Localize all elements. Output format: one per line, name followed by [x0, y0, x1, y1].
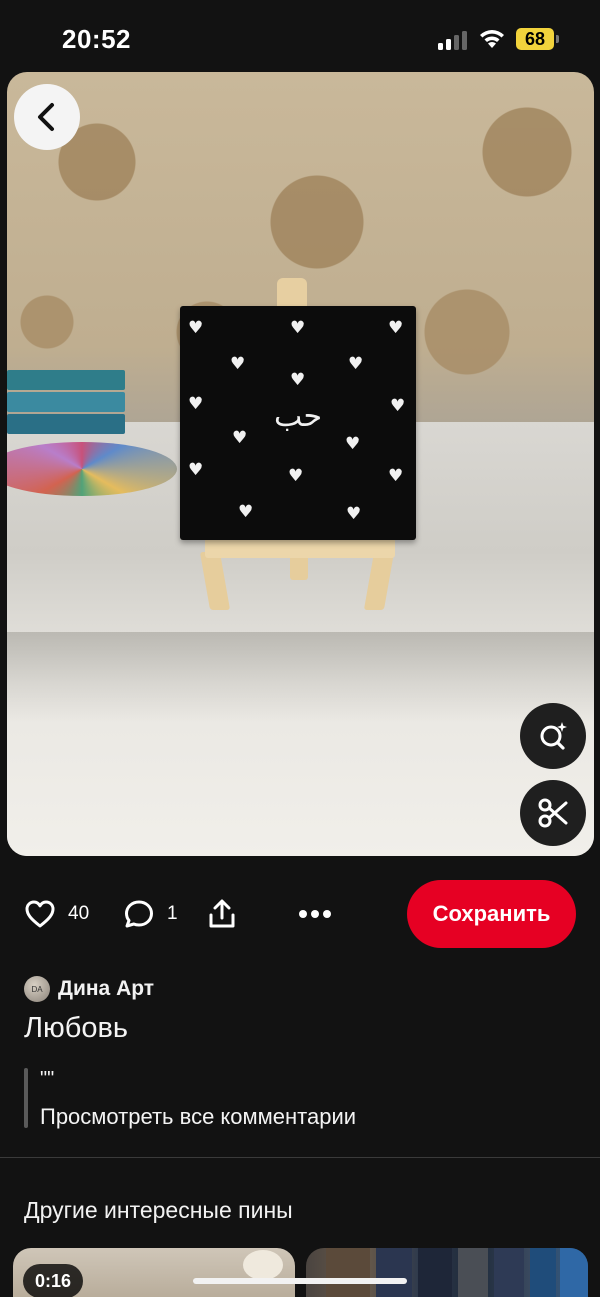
comment-button[interactable]: 1: [123, 880, 178, 948]
black-canvas: ♥ ♥ ♥ ♥ ♥ ♥ ♥ ♥ ♥ ♥ ♥ ♥ ♥ ♥ ♥ حب: [180, 306, 416, 540]
book-spine: [530, 1248, 556, 1297]
shadow: [7, 632, 594, 722]
book-spine: [418, 1248, 452, 1297]
canvas-heart-icon: ♥: [290, 370, 306, 390]
visual-search-icon: [540, 722, 567, 750]
comment-quote-bar: [24, 1068, 28, 1128]
scissors-icon: [538, 798, 568, 828]
author-link[interactable]: DA Дина Арт: [24, 975, 154, 1003]
canvas-heart-icon: ♥: [346, 504, 362, 524]
share-icon: [209, 899, 235, 928]
pin-title: Любовь: [24, 1012, 129, 1044]
canvas-heart-icon: ♥: [290, 318, 306, 338]
back-button[interactable]: [14, 84, 80, 150]
status-bar: 20:52 68: [0, 0, 600, 72]
status-time: 20:52: [62, 24, 131, 54]
cellular-signal-icon: [438, 30, 468, 50]
canvas-heart-icon: ♥: [345, 434, 361, 454]
pin-description: "": [40, 1068, 55, 1090]
like-count: 40: [68, 903, 90, 924]
more-pins-heading: Другие интересные пины: [24, 1197, 293, 1223]
comment-count: 1: [167, 903, 178, 924]
book-spine: [326, 1248, 370, 1297]
books-stack: [7, 370, 127, 438]
video-duration-badge: 0:16: [23, 1264, 84, 1297]
book-spine: [560, 1248, 588, 1297]
battery-indicator: 68: [516, 28, 554, 50]
wifi-icon: [480, 30, 504, 48]
home-indicator[interactable]: [193, 1278, 407, 1284]
related-pin-books[interactable]: [306, 1248, 588, 1297]
canvas-heart-icon: ♥: [230, 354, 246, 374]
canvas-heart-icon: ♥: [388, 466, 404, 486]
comment-icon: [125, 900, 153, 928]
canvas-heart-icon: ♥: [388, 318, 404, 338]
canvas-heart-icon: ♥: [188, 318, 204, 338]
canvas-heart-icon: ♥: [238, 502, 254, 522]
share-button[interactable]: [206, 880, 238, 948]
pin-image[interactable]: ♥ ♥ ♥ ♥ ♥ ♥ ♥ ♥ ♥ ♥ ♥ ♥ ♥ ♥ ♥ حب: [7, 72, 594, 856]
save-button[interactable]: Сохранить: [407, 880, 576, 948]
book-spine: [494, 1248, 524, 1297]
crop-button[interactable]: [520, 780, 586, 846]
visual-search-button[interactable]: [520, 703, 586, 769]
heart-icon: [25, 900, 55, 928]
like-button[interactable]: 40: [24, 880, 89, 948]
more-options-button[interactable]: [298, 880, 332, 948]
author-name: Дина Арт: [58, 977, 155, 1000]
view-all-comments-link[interactable]: Просмотреть все комментарии: [40, 1104, 356, 1130]
canvas-heart-icon: ♥: [348, 354, 364, 374]
easel-shelf: [205, 538, 395, 558]
thumb-highlight: [243, 1250, 283, 1280]
book-spine: [376, 1248, 412, 1297]
avatar: DA: [24, 976, 50, 1002]
canvas-heart-icon: ♥: [288, 466, 304, 486]
section-divider: [0, 1157, 600, 1158]
canvas-arabic-text: حب: [273, 399, 322, 434]
book-spine: [458, 1248, 488, 1297]
back-icon: [38, 103, 54, 131]
battery-tip: [556, 35, 559, 43]
canvas-heart-icon: ♥: [188, 460, 204, 480]
more-icon: [299, 910, 331, 918]
